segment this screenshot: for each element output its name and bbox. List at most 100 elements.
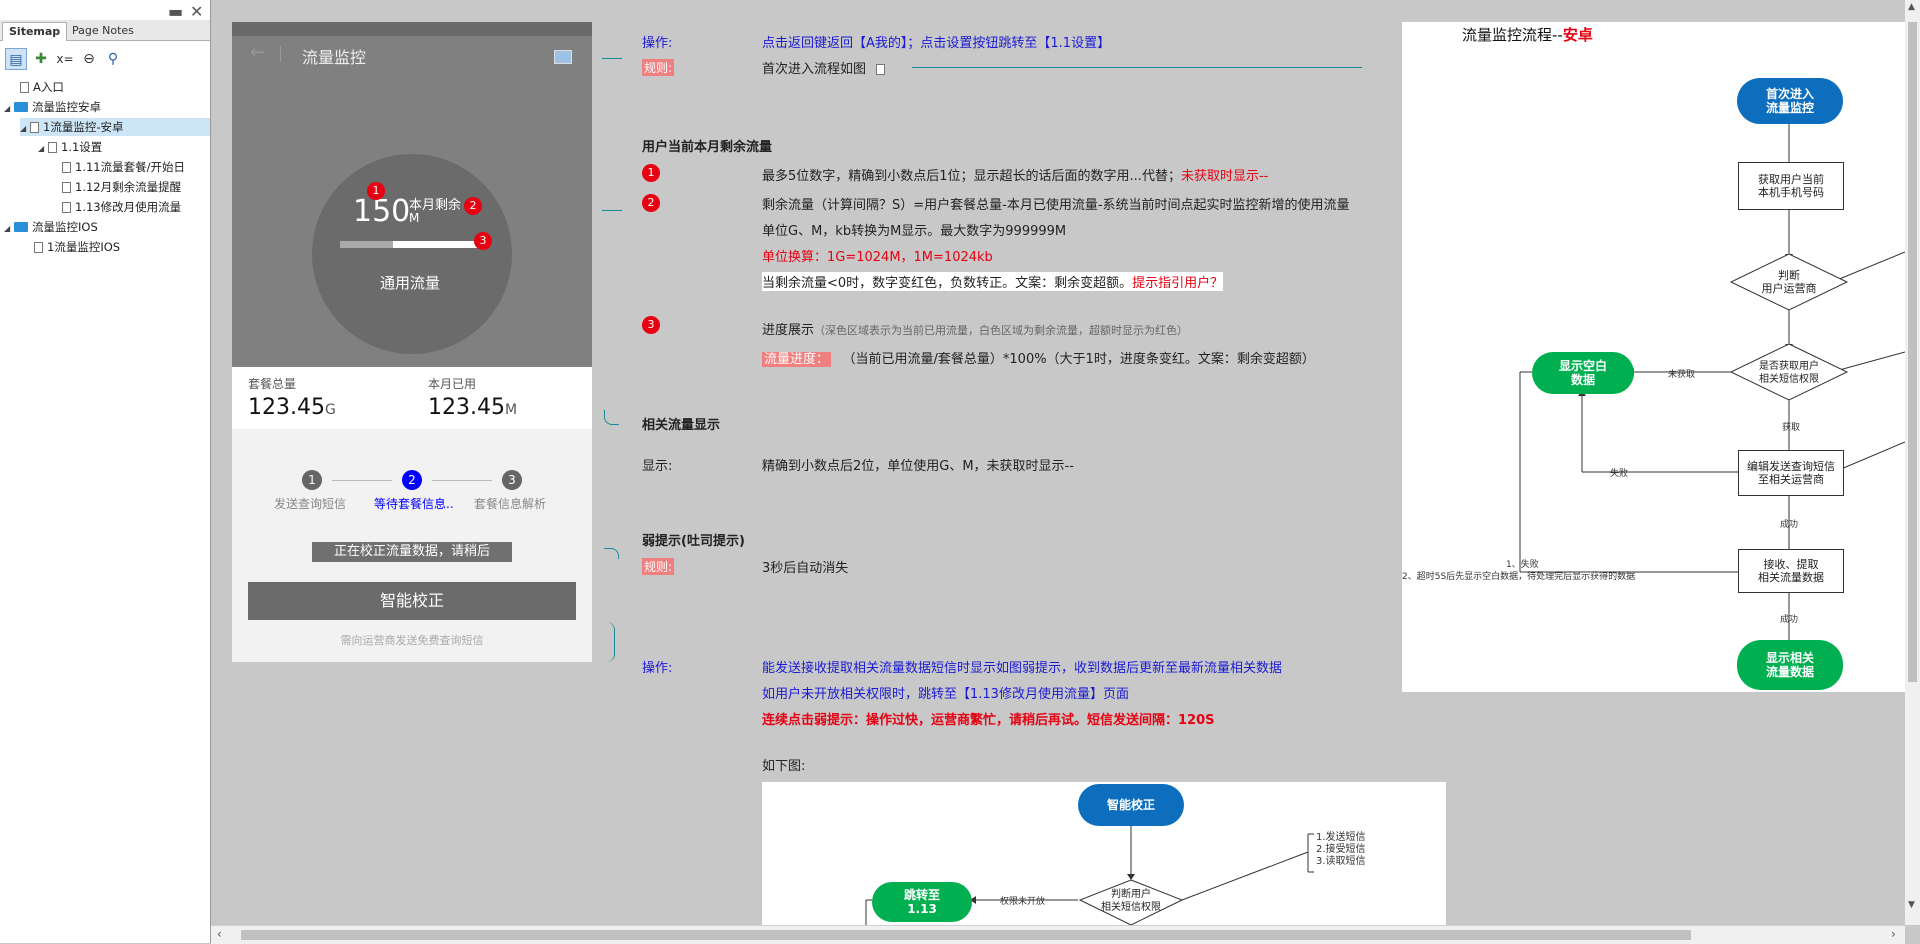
settings-image-icon[interactable]	[554, 50, 572, 64]
n2-line1: 剩余流量（计算间隔？S）=用户套餐总量-本月已使用流量-系统当前时间点起实时监控…	[762, 198, 1350, 213]
fail-label: 失败	[1610, 469, 1629, 479]
tree-item-modify-usage[interactable]: 1.13修改月使用流量	[62, 198, 210, 216]
sitemap-toolbar: ▤ ✚ x= ⊖ ⚲	[0, 48, 210, 72]
not-got-label: 未获取	[1668, 370, 1696, 380]
minimize-icon[interactable]: ▬	[168, 2, 183, 21]
n2-line2: 单位G、M，kb转换为M显示。最大数字为999999M	[762, 224, 1067, 239]
smart-calibrate-node: 智能校正	[1078, 784, 1184, 826]
sitemap-panel: ▬ ✕ Sitemap Page Notes ▤ ✚ x= ⊖ ⚲ A入口 ◢ 流…	[0, 0, 211, 943]
note-badge-1: 1	[642, 164, 660, 182]
collapse-arrow-icon[interactable]: ◢	[38, 140, 48, 158]
collapse-arrow-icon[interactable]: ◢	[4, 220, 14, 238]
brace-connector	[604, 548, 619, 559]
horizontal-scroll-thumb[interactable]	[241, 930, 1691, 940]
variables-icon[interactable]: x=	[54, 48, 76, 70]
used-label: 本月已用	[428, 377, 477, 391]
display-label: 显示:	[642, 459, 673, 474]
tree-item-android-folder[interactable]: ◢ 流量监控安卓	[4, 98, 210, 116]
flowchart-smart-calibrate: 智能校正 判断用户 相关短信权限 权限未开放 跳转至 1.13 1.发送短信 2…	[762, 782, 1446, 925]
page-view-icon[interactable]: ▤	[5, 48, 27, 70]
tree-item-android-page[interactable]: ◢ 1流量监控-安卓	[20, 118, 210, 136]
progress-fill	[340, 241, 393, 248]
flow-circle	[312, 154, 512, 354]
scroll-right-icon[interactable]: ›	[1891, 927, 1896, 941]
used-value: 123.45M	[428, 395, 518, 420]
step-3-circle: 3	[502, 470, 522, 490]
receive-node: 接收、提取 相关流量数据	[1738, 549, 1844, 593]
collapse-arrow-icon[interactable]: ◢	[4, 100, 14, 118]
link-icon[interactable]: ⊖	[78, 48, 100, 70]
show-data-node: 显示相关 流量数据	[1737, 640, 1843, 690]
phone-mockup: ← 流量监控 150 本月剩余 M 通用流量 1 2 3 套餐总量 123.45…	[232, 22, 592, 662]
timeout-note: 2、超时5S后先显示空白数据，待处理完后显示获得的数据	[1402, 572, 1636, 582]
op4-line3: 连续点击弱提示：操作过快，运营商繁忙，请稍后再试。短信发送间隔：120S	[762, 713, 1215, 728]
tree-item-plan-start[interactable]: 1.11流量套餐/开始日	[62, 158, 210, 176]
vertical-scroll-thumb[interactable]	[1908, 22, 1917, 682]
remaining-unit: M	[409, 211, 420, 225]
phone-header-area: ← 流量监控 150 本月剩余 M 通用流量 1 2 3	[232, 22, 592, 367]
rule3-text: 3秒后自动消失	[762, 561, 849, 576]
sec3-title: 弱提示(吐司提示)	[642, 534, 745, 549]
n1-text: 最多5位数字，精确到小数点后1位；显示超长的话后面的数字用...代替；未获取时显…	[762, 169, 1269, 184]
step-2-label: 等待套餐信息..	[374, 497, 454, 511]
used-unit: M	[504, 402, 518, 418]
tree-item-remaining-reminder[interactable]: 1.12月剩余流量提醒	[62, 178, 210, 196]
tab-page-notes[interactable]: Page Notes	[66, 22, 140, 40]
tree-item-ios-page[interactable]: 1流量监控IOS	[34, 238, 210, 256]
sms-steps-note: 1.发送短信 2.接受短信 3.读取短信	[1316, 832, 1366, 867]
judge-permission-node: 判断用户 相关短信权限	[1101, 889, 1161, 913]
send-sms-note: 需向运营商发送免费查询短信	[340, 634, 484, 647]
sec1-title: 用户当前本月剩余流量	[642, 140, 773, 155]
note-icon[interactable]	[876, 64, 886, 75]
page-icon	[20, 82, 29, 93]
brace-connector	[604, 622, 615, 662]
close-icon[interactable]: ✕	[190, 2, 203, 21]
horizontal-scrollbar[interactable]: ‹ ›	[211, 925, 1905, 944]
tab-sitemap[interactable]: Sitemap	[2, 22, 68, 41]
marker-badge-2: 2	[464, 197, 482, 215]
tree-item-a-entry[interactable]: A入口	[10, 78, 210, 96]
status-bar	[232, 22, 592, 36]
stats-panel: 套餐总量 123.45G 本月已用 123.45M	[232, 367, 592, 429]
connector-line	[602, 58, 622, 59]
tree-item-ios-folder[interactable]: ◢ 流量监控IOS	[4, 218, 210, 236]
marker-badge-3: 3	[474, 232, 492, 250]
brace-connector	[604, 410, 619, 425]
success-label-2: 成功	[1780, 615, 1799, 625]
scroll-up-icon[interactable]: ▲	[1908, 2, 1915, 12]
get-phone-node: 获取用户当前 本机手机号码	[1738, 162, 1844, 210]
permission-node: 是否获取用户 相关短信权限	[1759, 361, 1819, 385]
sec2-title: 相关流量显示	[642, 418, 721, 433]
jump-node: 跳转至 1.13	[872, 882, 972, 922]
step-2-circle: 2	[402, 470, 422, 490]
success-label-1: 成功	[1780, 520, 1799, 530]
not-open-label: 权限未开放	[1000, 897, 1046, 907]
page-icon	[34, 242, 43, 253]
marker-badge-1: 1	[367, 182, 385, 200]
folder-icon	[14, 102, 28, 112]
remaining-number: 150	[353, 194, 411, 229]
page-icon	[30, 122, 39, 133]
op1-text: 点击返回键返回【A我的】；点击设置按钮跳转至【1.1设置】	[762, 36, 1111, 51]
n2-line3: 单位换算：1G=1024M，1M=1024kb	[762, 250, 993, 265]
add-page-icon[interactable]: ✚	[30, 48, 52, 70]
search-icon[interactable]: ⚲	[102, 48, 124, 70]
start-node: 首次进入 流量监控	[1737, 78, 1843, 124]
back-arrow-icon[interactable]: ←	[250, 42, 265, 63]
vertical-scrollbar[interactable]: ▲ ▼	[1905, 0, 1920, 925]
op4-line2: 如用户未开放相关权限时，跳转至【1.13修改月使用流量】页面	[762, 687, 1129, 702]
tree-item-settings[interactable]: ◢ 1.1设置	[38, 138, 210, 156]
smart-calibrate-button[interactable]: 智能校正	[248, 582, 576, 620]
judge-operator-node: 判断 用户运营商	[1761, 269, 1817, 295]
collapse-arrow-icon[interactable]: ◢	[20, 120, 30, 138]
step-1-label: 发送查询短信	[274, 497, 347, 511]
scroll-left-icon[interactable]: ‹	[217, 927, 222, 941]
rule1-label: 规则:	[642, 59, 675, 76]
checking-toast: 正在校正流量数据，请稍后	[312, 542, 512, 562]
n3-line2: 流量进度： （当前已用流量/套餐总量）*100%（大于1时，进度条变红。文案：剩余…	[762, 352, 1315, 367]
scroll-down-icon[interactable]: ▼	[1908, 900, 1915, 910]
show-blank-node: 显示空白 数据	[1532, 352, 1634, 394]
op4-label: 操作:	[642, 661, 673, 676]
total-unit: G	[324, 402, 336, 418]
page-title: 流量监控	[302, 48, 367, 67]
